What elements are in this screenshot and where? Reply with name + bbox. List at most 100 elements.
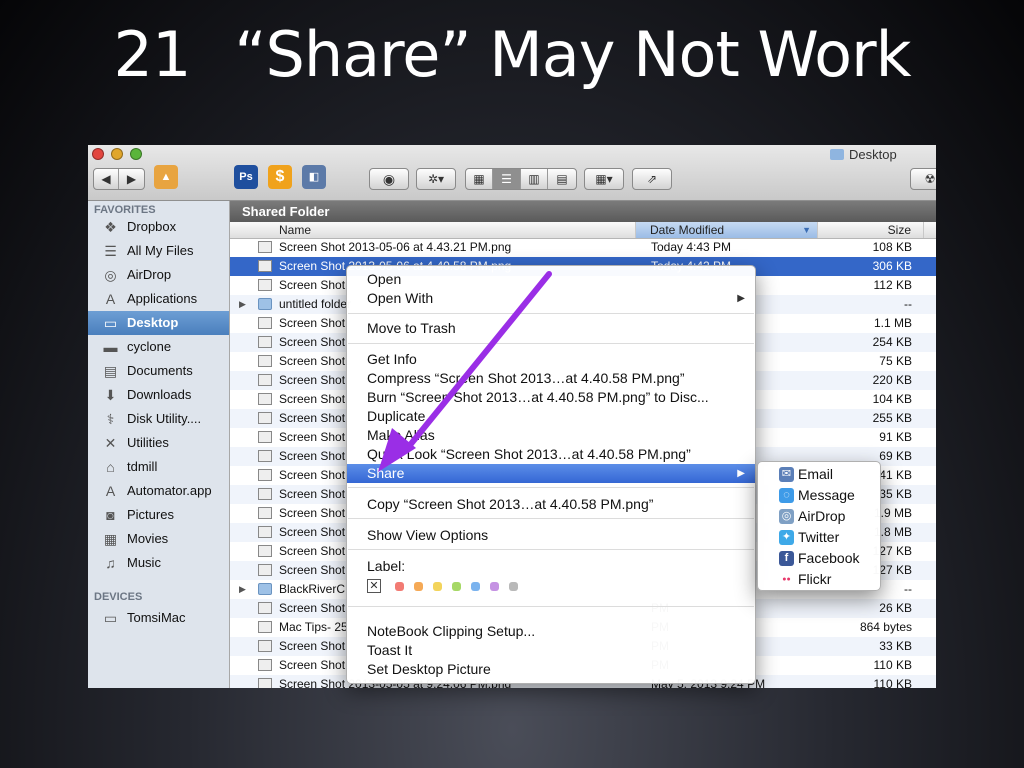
airdrop-icon: ◎ (779, 509, 794, 524)
file-name: Screen Shot (279, 392, 346, 406)
menu-quick-look[interactable]: Quick Look “Screen Shot 2013…at 4.40.58 … (347, 445, 755, 464)
file-name: Screen Shot (279, 373, 346, 387)
file-size: 306 KB (872, 259, 912, 273)
menu-label-text: Label: (367, 558, 406, 574)
menu-compress[interactable]: Compress “Screen Shot 2013…at 4.40.58 PM… (347, 369, 755, 388)
image-file-icon (258, 640, 272, 652)
file-size: 220 KB (872, 373, 912, 387)
menu-make-alias[interactable]: Make Alias (347, 426, 755, 445)
image-file-icon (258, 659, 272, 671)
label-color-swatch[interactable] (471, 582, 480, 591)
image-file-icon (258, 393, 272, 405)
label-color-swatch[interactable] (509, 582, 518, 591)
label-color-swatch[interactable] (395, 582, 404, 591)
image-file-icon (258, 621, 272, 633)
submenu-arrow-icon: ▶ (737, 293, 745, 304)
file-name: Screen Shot (279, 658, 346, 672)
column-date-label: Date Modified (650, 223, 725, 237)
menu-move-to-trash[interactable]: Move to Trash (347, 319, 755, 338)
facebook-icon: f (779, 551, 794, 566)
column-size[interactable]: Size (818, 222, 924, 238)
sort-descending-icon: ▼ (802, 225, 811, 235)
menu-share-label: Share (367, 465, 405, 481)
file-size: 112 KB (873, 278, 912, 292)
file-size: 110 KB (873, 658, 912, 672)
image-file-icon (258, 355, 272, 367)
share-item-label: Message (798, 487, 855, 503)
column-date-modified[interactable]: Date Modified ▼ (636, 222, 818, 238)
label-color-swatch[interactable] (490, 582, 499, 591)
file-size: 255 KB (872, 411, 912, 425)
menu-set-desktop-picture[interactable]: Set Desktop Picture (347, 660, 755, 679)
disclosure-triangle-icon[interactable]: ▶ (239, 295, 246, 314)
menu-separator (348, 606, 754, 607)
share-item-label: Twitter (798, 529, 840, 545)
menu-burn[interactable]: Burn “Screen Shot 2013…at 4.40.58 PM.png… (347, 388, 755, 407)
image-file-icon (258, 450, 272, 462)
menu-copy-label: Copy “Screen Shot 2013…at 4.40.58 PM.png… (367, 496, 654, 512)
menu-show-view-options[interactable]: Show View Options (347, 526, 755, 545)
share-item-email[interactable]: ✉ Email (758, 464, 880, 485)
file-size: 35 KB (879, 487, 912, 501)
file-name: Screen Shot (279, 525, 346, 539)
menu-quick-look-label: Quick Look “Screen Shot 2013…at 4.40.58 … (367, 446, 691, 462)
file-name: Screen Shot (279, 639, 346, 653)
message-icon: ◌ (779, 488, 794, 503)
menu-duplicate[interactable]: Duplicate (347, 407, 755, 426)
menu-toast-it[interactable]: Toast It (347, 641, 755, 660)
file-name: Screen Shot (279, 601, 346, 615)
submenu-arrow-icon: ▶ (737, 468, 745, 479)
file-size: 110 KB (873, 677, 912, 688)
file-name: untitled folder (279, 297, 352, 311)
disclosure-triangle-icon[interactable]: ▶ (239, 580, 246, 599)
label-color-swatch[interactable] (414, 582, 423, 591)
slide-title: 21 “Share” May Not Work (0, 10, 1024, 100)
share-item-facebook[interactable]: f Facebook (758, 548, 880, 569)
column-header: Name Date Modified ▼ Size (230, 222, 936, 239)
share-item-airdrop[interactable]: ◎ AirDrop (758, 506, 880, 527)
share-item-label: Email (798, 466, 834, 482)
image-file-icon (258, 431, 272, 443)
path-bar: Shared Folder (230, 201, 936, 222)
file-size: 254 KB (872, 335, 912, 349)
share-item-flickr[interactable]: ●● Flickr (758, 569, 880, 590)
file-name: Screen Shot 2013-05-06 at 4.43.21 PM.png (279, 240, 512, 254)
twitter-icon: ✦ (779, 530, 794, 545)
file-name: Screen Shot (279, 487, 346, 501)
file-size: -- (904, 297, 912, 311)
menu-separator (348, 313, 754, 314)
menu-open[interactable]: Open (347, 270, 755, 289)
menu-copy[interactable]: Copy “Screen Shot 2013…at 4.40.58 PM.png… (347, 495, 755, 514)
share-item-label: Flickr (798, 571, 832, 587)
menu-label-heading: Label: (347, 557, 755, 576)
menu-notebook-clipping-setup[interactable]: NoteBook Clipping Setup... (347, 622, 755, 641)
menu-separator (348, 343, 754, 344)
share-item-message[interactable]: ◌ Message (758, 485, 880, 506)
image-file-icon (258, 488, 272, 500)
table-row[interactable]: Screen Shot 2013-05-06 at 4.43.21 PM.png… (230, 238, 936, 257)
share-item-twitter[interactable]: ✦ Twitter (758, 527, 880, 548)
email-icon: ✉ (779, 467, 794, 482)
image-file-icon (258, 678, 272, 688)
label-color-swatch[interactable] (452, 582, 461, 591)
image-file-icon (258, 545, 272, 557)
menu-share[interactable]: Share ▶ (347, 464, 755, 483)
menu-get-info-label: Get Info (367, 351, 417, 367)
label-color-swatch[interactable] (433, 582, 442, 591)
share-submenu: ✉ Email ◌ Message ◎ AirDrop ✦ Twitter f Facebook ●… (757, 461, 881, 591)
column-name[interactable]: Name (230, 222, 636, 238)
file-date: Today 4:43 PM (651, 240, 732, 254)
file-name: Screen Shot (279, 506, 346, 520)
menu-separator (348, 549, 754, 550)
file-name: BlackRiverC (279, 582, 346, 596)
menu-notebook-label: NoteBook Clipping Setup... (367, 623, 536, 639)
menu-open-with[interactable]: Open With ▶ (347, 289, 755, 308)
menu-get-info[interactable]: Get Info (347, 350, 755, 369)
file-size: 33 KB (879, 639, 912, 653)
image-file-icon (258, 336, 272, 348)
file-size: 104 KB (872, 392, 912, 406)
share-item-label: AirDrop (798, 508, 846, 524)
label-none-button[interactable]: ✕ (367, 579, 381, 593)
slide-heading: “Share” May Not Work (234, 18, 911, 91)
menu-set-desktop-picture-label: Set Desktop Picture (367, 661, 491, 677)
